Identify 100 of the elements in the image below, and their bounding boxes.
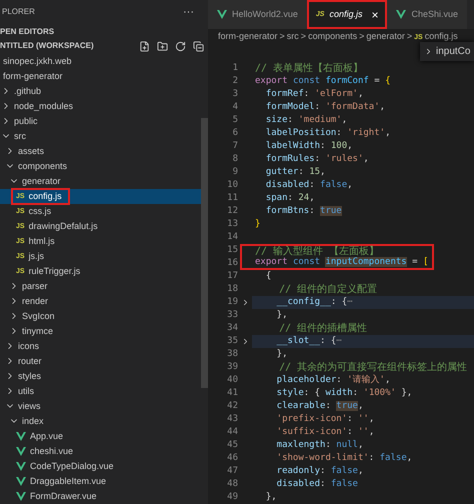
folder-item[interactable]: utils <box>0 384 201 399</box>
line-number: 46 <box>226 452 238 465</box>
file-name: css.js <box>28 204 52 218</box>
line-number: 14 <box>226 230 238 244</box>
folder-item[interactable]: public <box>0 114 201 129</box>
folder-item[interactable]: node_modules <box>0 98 201 114</box>
folder-name: parser <box>22 280 48 293</box>
breadcrumb-separator: > <box>300 30 306 44</box>
folder-name: generator <box>22 174 61 188</box>
line-number: 43 <box>226 412 238 426</box>
code-line: readonly: false, <box>276 464 364 478</box>
breadcrumb-item[interactable]: src <box>286 30 299 44</box>
folder-item[interactable]: index <box>0 414 201 429</box>
file-name: html.js <box>28 234 55 248</box>
code-line: 'prefix-icon': '', <box>276 412 374 426</box>
line-number: 13 <box>226 218 238 231</box>
line-number: 1 <box>232 62 238 75</box>
breadcrumb-separator: > <box>280 30 285 44</box>
folder-name: sinopec.jxkh.web <box>3 54 72 68</box>
file-name: CodeTypeDialog.vue <box>30 460 114 473</box>
line-number: 48 <box>226 478 238 491</box>
breadcrumb-item[interactable]: config.js <box>424 30 458 44</box>
code-line: style: { width: '100%' }, <box>276 386 412 400</box>
folder-name: src <box>14 130 26 143</box>
close-tab[interactable]: × <box>371 6 378 24</box>
folder-item[interactable]: .github <box>0 84 201 99</box>
section-header[interactable]: NTITLED (WORKSPACE) <box>0 40 94 52</box>
file-name: cheshi.vue <box>30 444 74 458</box>
collapse-icon[interactable] <box>193 40 204 52</box>
code-line: formRules: 'rules', <box>264 152 369 166</box>
code-line: labelPosition: 'right', <box>264 126 390 140</box>
folder-item[interactable]: assets <box>0 144 201 159</box>
breadcrumb-item[interactable]: generator <box>366 30 405 44</box>
code-line: // 输入型组件 【左面板】 <box>255 244 380 257</box>
file-name: ruleTrigger.js <box>28 264 80 278</box>
file-item[interactable]: App.vue <box>0 428 201 444</box>
editor-tab[interactable]: HelloWorld2.vue <box>208 0 307 30</box>
folder-item[interactable]: router <box>0 354 201 369</box>
scrollbar-thumb[interactable] <box>201 118 208 388</box>
line-number: 6 <box>232 126 238 140</box>
folder-item[interactable]: SvgIcon <box>0 308 201 324</box>
refresh-icon[interactable] <box>175 40 186 52</box>
line-number: 15 <box>226 244 238 257</box>
code-line: span: 24, <box>264 192 315 205</box>
root-folder-item[interactable]: sinopec.jxkh.web <box>0 54 201 69</box>
folder-name: node_modules <box>14 100 74 113</box>
line-number: 2 <box>232 74 238 88</box>
code-line: labelWidth: 100, <box>264 140 353 153</box>
line-number: 11 <box>226 192 238 205</box>
code-line: }, <box>276 308 288 322</box>
folder-item[interactable]: styles <box>0 368 201 384</box>
folder-item[interactable]: parser <box>0 278 201 294</box>
file-item[interactable]: FormDrawer.vue <box>0 488 201 504</box>
file-name: DraggableItem.vue <box>30 474 106 488</box>
code-line: placeholder: '请输入', <box>276 374 390 387</box>
file-name: config.js <box>28 190 62 203</box>
new-folder-icon[interactable] <box>157 40 168 52</box>
line-number: 34 <box>226 322 238 335</box>
code-line: 'show-word-limit': false, <box>276 452 412 465</box>
line-number: 16 <box>226 256 238 270</box>
breadcrumb-item[interactable]: form-generator <box>218 30 278 44</box>
line-number: 47 <box>226 464 238 478</box>
code-line: 'suffix-icon': '', <box>276 426 374 439</box>
folder-name: icons <box>18 340 40 353</box>
new-file-icon[interactable] <box>139 40 150 52</box>
outline-item[interactable]: inputCo <box>436 44 470 59</box>
folder-item[interactable]: icons <box>0 338 201 354</box>
folder-name: components <box>18 160 68 173</box>
code-line: size: 'medium', <box>264 114 348 127</box>
code-line: } <box>255 218 260 231</box>
folder-name: .github <box>14 84 42 98</box>
breadcrumb-item[interactable]: components <box>308 30 358 44</box>
folder-item[interactable]: generator <box>0 174 201 189</box>
section-header[interactable]: PEN EDITORS <box>0 26 54 38</box>
line-number: 18 <box>226 282 238 296</box>
code-line: gutter: 15, <box>264 166 326 179</box>
folder-item[interactable]: views <box>0 398 201 414</box>
folder-name: utils <box>18 384 34 398</box>
outline-popup[interactable]: inputCo <box>420 42 474 61</box>
line-number: 42 <box>226 400 238 413</box>
folder-item[interactable]: tinymce <box>0 324 201 339</box>
editor-tab[interactable]: CheShi.vue <box>387 0 468 30</box>
folder-item[interactable]: components <box>0 158 201 174</box>
line-number: 40 <box>226 374 238 387</box>
file-item[interactable]: cheshi.vue <box>0 444 201 459</box>
file-name: FormDrawer.vue <box>30 490 97 503</box>
code-line: export const inputComponents = [ <box>255 256 428 269</box>
file-item[interactable]: DraggableItem.vue <box>0 474 201 489</box>
file-name: drawingDefalut.js <box>28 220 98 233</box>
root-folder-item[interactable]: form-generator <box>0 68 201 84</box>
code-line: formRef: 'elForm', <box>264 88 364 101</box>
code-line: // 组件的插槽属性 <box>278 322 368 336</box>
more-actions[interactable]: ··· <box>183 4 194 21</box>
code-line: { <box>264 270 272 283</box>
line-number: 35 <box>226 334 238 348</box>
folder-item[interactable]: render <box>0 294 201 309</box>
file-item[interactable]: CodeTypeDialog.vue <box>0 458 201 474</box>
code-line: formBtns: true <box>264 204 342 218</box>
folder-item[interactable]: src <box>0 128 201 144</box>
code-line: maxlength: null, <box>276 438 364 452</box>
